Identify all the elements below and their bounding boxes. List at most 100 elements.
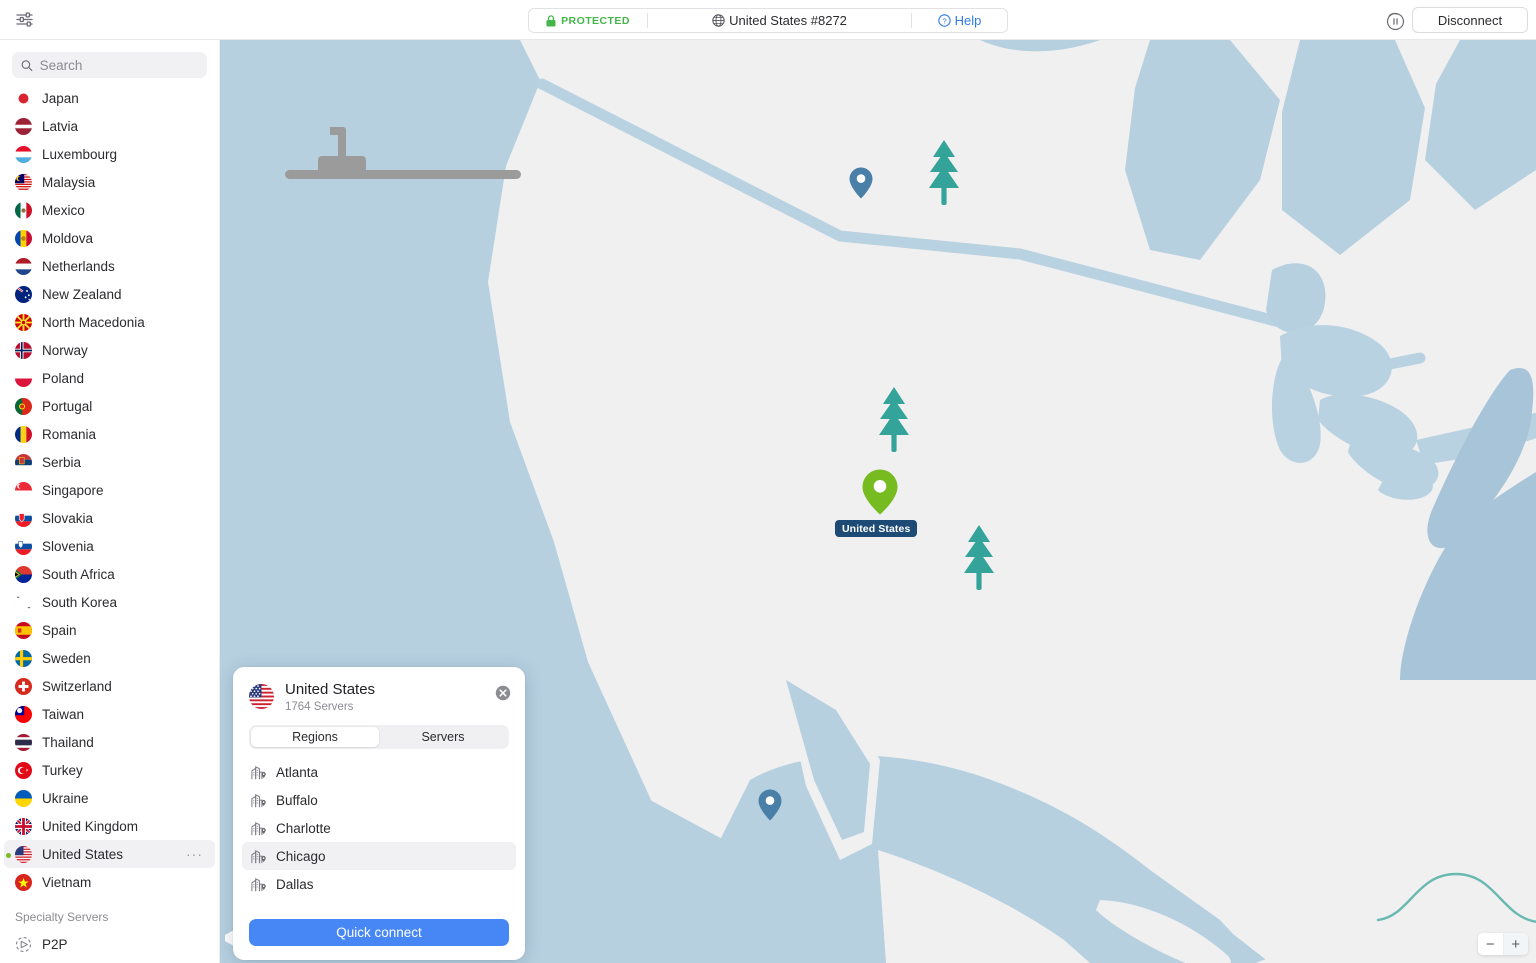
sidebar-item-switzerland[interactable]: Switzerland bbox=[4, 672, 215, 700]
popup-server-count: 1764 Servers bbox=[285, 701, 354, 713]
sidebar-item-romania[interactable]: Romania bbox=[4, 420, 215, 448]
pine-tree-icon bbox=[964, 525, 994, 590]
search-box[interactable] bbox=[12, 52, 207, 78]
flag-turkey bbox=[15, 761, 32, 779]
sidebar-item-slovakia[interactable]: Slovakia bbox=[4, 504, 215, 532]
country-detail-popup: United States 1764 Servers Regions Serve… bbox=[233, 667, 525, 960]
flag-slovenia bbox=[15, 537, 32, 555]
popup-tabs: Regions Servers bbox=[249, 725, 509, 749]
country-label: Norway bbox=[42, 342, 88, 358]
quick-connect-button[interactable]: Quick connect bbox=[249, 919, 509, 946]
city-pin-icon bbox=[251, 765, 266, 779]
sidebar-item-japan[interactable]: Japan bbox=[4, 84, 215, 112]
flag-slovakia bbox=[15, 509, 32, 527]
popup-country-name: United States bbox=[285, 681, 376, 698]
flag-united-states bbox=[249, 684, 274, 709]
popup-close-button[interactable] bbox=[495, 685, 511, 701]
sidebar-item-vietnam[interactable]: Vietnam bbox=[4, 868, 215, 896]
search-input[interactable] bbox=[39, 57, 198, 73]
sidebar-item-p2p[interactable]: P2P bbox=[4, 930, 215, 958]
sidebar-item-serbia[interactable]: Serbia bbox=[4, 448, 215, 476]
sidebar-item-luxembourg[interactable]: Luxembourg bbox=[4, 140, 215, 168]
status-pill: PROTECTED United States #8272 ? Help bbox=[528, 8, 1008, 33]
flag-luxembourg bbox=[15, 145, 32, 163]
sidebar-item-mexico[interactable]: Mexico bbox=[4, 196, 215, 224]
map-pin-inactive[interactable] bbox=[848, 166, 874, 200]
sidebar: Japan Latvia Luxembourg Malaysia Mexico Moldo… bbox=[0, 40, 220, 963]
sidebar-item-spain[interactable]: Spain bbox=[4, 616, 215, 644]
region-item-atlanta[interactable]: Atlanta bbox=[242, 758, 516, 786]
server-label: United States #8272 bbox=[729, 13, 847, 28]
country-label: Serbia bbox=[42, 454, 82, 470]
city-pin-icon bbox=[251, 821, 266, 835]
flag-vietnam bbox=[15, 873, 32, 891]
country-label: Ukraine bbox=[42, 790, 89, 806]
region-item-dallas[interactable]: Dallas bbox=[242, 870, 516, 898]
sidebar-item-moldova[interactable]: Moldova bbox=[4, 224, 215, 252]
map-pin-inactive[interactable] bbox=[757, 788, 783, 822]
search-icon bbox=[21, 59, 33, 71]
svg-text:?: ? bbox=[942, 17, 946, 26]
sidebar-item-turkey[interactable]: Turkey bbox=[4, 756, 215, 784]
connected-indicator bbox=[6, 853, 11, 858]
disconnect-button[interactable]: Disconnect bbox=[1412, 7, 1528, 33]
country-label: South Africa bbox=[42, 566, 115, 582]
sidebar-item-north-macedonia[interactable]: North Macedonia bbox=[4, 308, 215, 336]
country-label: New Zealand bbox=[42, 286, 122, 302]
pause-connection-button[interactable] bbox=[1382, 8, 1408, 34]
map-pin-active-united-states[interactable] bbox=[861, 468, 899, 516]
city-pin-icon bbox=[251, 793, 266, 807]
sidebar-item-thailand[interactable]: Thailand bbox=[4, 728, 215, 756]
flag-ukraine bbox=[15, 789, 32, 807]
sidebar-item-united-kingdom[interactable]: United Kingdom bbox=[4, 812, 215, 840]
city-pin-icon bbox=[250, 820, 267, 837]
help-label: Help bbox=[954, 13, 982, 28]
country-options-button[interactable]: ··· bbox=[186, 847, 203, 861]
sidebar-item-portugal[interactable]: Portugal bbox=[4, 392, 215, 420]
country-label: South Korea bbox=[42, 594, 118, 610]
country-label: United States bbox=[42, 846, 124, 862]
lock-icon bbox=[546, 14, 556, 26]
sidebar-item-united-states[interactable]: United States ··· bbox=[4, 840, 215, 868]
sidebar-item-south-africa[interactable]: South Africa bbox=[4, 560, 215, 588]
question-circle-icon: ? bbox=[937, 14, 951, 27]
sidebar-item-singapore[interactable]: Singapore bbox=[4, 476, 215, 504]
help-link[interactable]: ? Help bbox=[912, 9, 1007, 32]
sidebar-item-taiwan[interactable]: Taiwan bbox=[4, 700, 215, 728]
tab-servers[interactable]: Servers bbox=[379, 727, 507, 747]
sidebar-item-ukraine[interactable]: Ukraine bbox=[4, 784, 215, 812]
zoom-out-button[interactable]: − bbox=[1478, 933, 1504, 955]
sidebar-item-norway[interactable]: Norway bbox=[4, 336, 215, 364]
region-item-chicago[interactable]: Chicago bbox=[242, 842, 516, 870]
region-label: Charlotte bbox=[276, 820, 331, 836]
region-item-charlotte[interactable]: Charlotte bbox=[242, 814, 516, 842]
region-item-buffalo[interactable]: Buffalo bbox=[242, 786, 516, 814]
sidebar-item-poland[interactable]: Poland bbox=[4, 364, 215, 392]
country-label: Turkey bbox=[42, 762, 83, 778]
sidebar-item-latvia[interactable]: Latvia bbox=[4, 112, 215, 140]
tab-regions[interactable]: Regions bbox=[251, 727, 379, 747]
flag-south-korea bbox=[15, 593, 32, 611]
flag-spain bbox=[15, 621, 32, 639]
globe-icon bbox=[712, 14, 725, 27]
flag-portugal bbox=[15, 397, 32, 415]
zoom-in-button[interactable]: + bbox=[1503, 933, 1528, 955]
country-label: Moldova bbox=[42, 230, 94, 246]
region-item-denver[interactable]: Denver bbox=[242, 898, 516, 903]
sidebar-item-slovenia[interactable]: Slovenia bbox=[4, 532, 215, 560]
sidebar-item-netherlands[interactable]: Netherlands bbox=[4, 252, 215, 280]
sidebar-item-new-zealand[interactable]: New Zealand bbox=[4, 280, 215, 308]
sidebar-item-malaysia[interactable]: Malaysia bbox=[4, 168, 215, 196]
flag-malaysia bbox=[15, 173, 32, 191]
flag-united-kingdom bbox=[15, 817, 32, 835]
country-label: Netherlands bbox=[42, 258, 115, 274]
country-label: Portugal bbox=[42, 398, 93, 414]
country-label: Sweden bbox=[42, 650, 91, 666]
sidebar-item-sweden[interactable]: Sweden bbox=[4, 644, 215, 672]
country-label: Spain bbox=[42, 622, 77, 638]
sidebar-item-south-korea[interactable]: South Korea bbox=[4, 588, 215, 616]
settings-sliders-button[interactable] bbox=[4, 0, 44, 40]
map-pin-label: United States bbox=[835, 520, 918, 537]
pause-circle-icon bbox=[1386, 12, 1404, 30]
flag-sweden bbox=[15, 649, 32, 667]
